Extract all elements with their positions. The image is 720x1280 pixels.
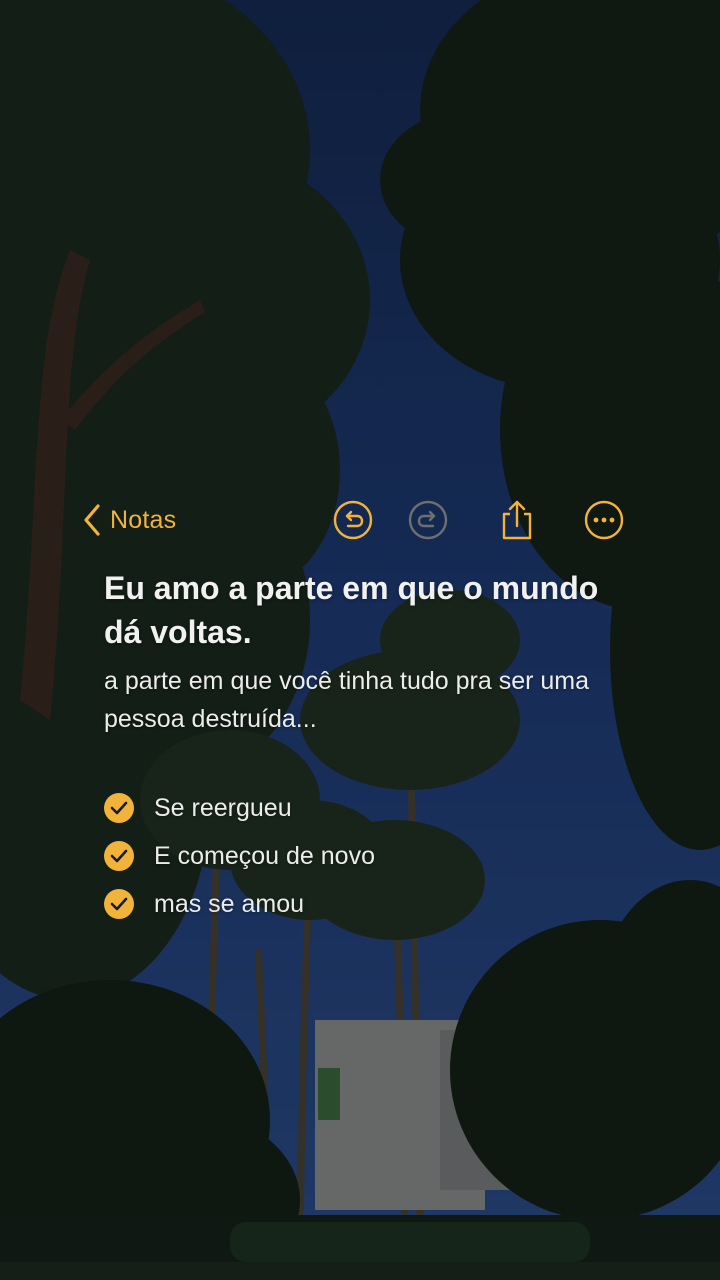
chevron-left-icon <box>82 503 102 537</box>
back-label: Notas <box>110 505 177 534</box>
more-icon <box>584 500 624 540</box>
share-icon <box>497 498 537 542</box>
checkbox-checked-icon[interactable] <box>104 841 134 871</box>
checklist-item-label: E começou de novo <box>154 841 375 870</box>
checklist-item: Se reergueu <box>104 784 644 832</box>
checkbox-checked-icon[interactable] <box>104 889 134 919</box>
redo-icon <box>408 500 448 540</box>
screen: Notas Eu amo a parte em que o mundo dá v… <box>0 0 720 1280</box>
notes-toolbar: Notas <box>82 494 642 546</box>
checklist-item: E começou de novo <box>104 832 644 880</box>
note-body: a parte em que você tinha tudo pra ser u… <box>104 667 590 733</box>
undo-button[interactable] <box>331 498 375 542</box>
undo-icon <box>333 500 373 540</box>
checklist: Se reergueu E começou de novo mas se amo… <box>104 784 644 928</box>
note-title: Eu amo a parte em que o mundo dá voltas. <box>104 570 599 650</box>
back-button[interactable]: Notas <box>82 500 176 540</box>
checklist-item-label: Se reergueu <box>154 793 292 822</box>
checklist-item-label: mas se amou <box>154 889 305 918</box>
checkbox-checked-icon[interactable] <box>104 793 134 823</box>
note-content[interactable]: Eu amo a parte em que o mundo dá voltas.… <box>104 566 644 928</box>
redo-button[interactable] <box>406 498 450 542</box>
checklist-item: mas se amou <box>104 880 644 928</box>
share-button[interactable] <box>495 498 539 542</box>
more-button[interactable] <box>582 498 626 542</box>
